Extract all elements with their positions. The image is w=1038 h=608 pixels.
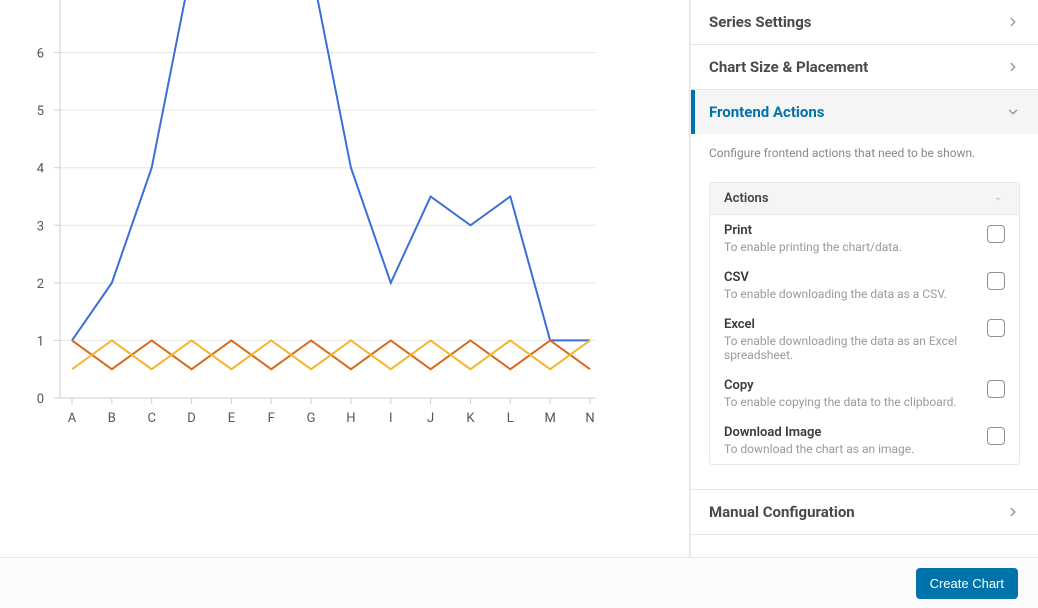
settings-sidebar: Series Settings Chart Size & Placement F…: [690, 0, 1038, 557]
y-tick-label: 5: [37, 104, 44, 119]
x-tick-label: L: [507, 411, 514, 426]
x-tick-label: A: [68, 411, 77, 426]
section-label: Chart Size & Placement: [709, 58, 868, 76]
x-tick-label: E: [228, 411, 235, 426]
x-tick-label: B: [108, 411, 116, 426]
action-checkbox[interactable]: [987, 380, 1005, 398]
action-title: Print: [724, 223, 975, 238]
frontend-actions-desc: Configure frontend actions that need to …: [709, 146, 1020, 160]
action-checkbox[interactable]: [987, 272, 1005, 290]
x-tick-label: C: [147, 411, 155, 426]
action-checkbox[interactable]: [987, 427, 1005, 445]
create-chart-button[interactable]: Create Chart: [916, 568, 1018, 599]
x-tick-label: N: [585, 411, 594, 426]
action-title: Download Image: [724, 425, 975, 440]
series-line-blue: [72, 0, 590, 340]
frontend-actions-body: Configure frontend actions that need to …: [691, 134, 1038, 489]
action-row: Excel To enable downloading the data as a…: [710, 309, 1019, 370]
section-series-settings[interactable]: Series Settings: [691, 0, 1038, 44]
y-tick-label: 4: [37, 162, 45, 177]
action-row: Print To enable printing the chart/data.: [710, 215, 1019, 262]
chart-pane: 0 1 2 3 4 5 6 A B C D E F G H I J K L M N: [0, 0, 690, 557]
y-tick-label: 3: [37, 219, 44, 234]
line-chart: 0 1 2 3 4 5 6 A B C D E F G H I J K L M N: [0, 0, 660, 450]
action-title: CSV: [724, 270, 975, 285]
action-row: CSV To enable downloading the data as a C…: [710, 262, 1019, 309]
x-tick-label: F: [268, 411, 275, 426]
chevron-down-icon: [1006, 105, 1020, 119]
actions-header-label: Actions: [724, 191, 769, 206]
footer: Create Chart: [0, 557, 1038, 608]
chevron-right-icon: [1006, 505, 1020, 519]
action-desc: To download the chart as an image.: [724, 442, 975, 456]
action-checkbox[interactable]: [987, 225, 1005, 243]
actions-header[interactable]: Actions: [710, 183, 1019, 215]
x-tick-label: H: [346, 411, 355, 426]
x-tick-label: M: [544, 411, 555, 426]
section-label: Frontend Actions: [709, 103, 824, 121]
action-desc: To enable downloading the data as a CSV.: [724, 287, 975, 301]
caret-down-icon: [991, 192, 1005, 206]
section-manual-config[interactable]: Manual Configuration: [691, 490, 1038, 534]
section-frontend-actions[interactable]: Frontend Actions: [691, 90, 1038, 134]
action-checkbox[interactable]: [987, 319, 1005, 337]
action-desc: To enable printing the chart/data.: [724, 240, 975, 254]
action-row: Download Image To download the chart as a…: [710, 417, 1019, 464]
action-row: Copy To enable copying the data to the cl…: [710, 370, 1019, 417]
x-tick-label: J: [427, 411, 434, 426]
action-desc: To enable downloading the data as an Exc…: [724, 334, 975, 362]
y-tick-label: 1: [37, 334, 44, 349]
chevron-right-icon: [1006, 15, 1020, 29]
section-label: Manual Configuration: [709, 503, 855, 521]
section-chart-size[interactable]: Chart Size & Placement: [691, 45, 1038, 89]
y-tick-label: 2: [37, 277, 44, 292]
y-tick-label: 6: [37, 47, 44, 62]
action-title: Copy: [724, 378, 975, 393]
y-tick-label: 0: [37, 392, 44, 407]
actions-panel: Actions Print To enable printing the char…: [709, 182, 1020, 465]
chevron-right-icon: [1006, 60, 1020, 74]
x-tick-label: D: [187, 411, 196, 426]
section-label: Series Settings: [709, 13, 811, 31]
action-desc: To enable copying the data to the clipbo…: [724, 395, 975, 409]
action-title: Excel: [724, 317, 975, 332]
x-tick-label: K: [466, 411, 475, 426]
x-tick-label: I: [389, 411, 393, 426]
x-tick-label: G: [307, 411, 316, 426]
series-line-amber: [72, 340, 590, 369]
